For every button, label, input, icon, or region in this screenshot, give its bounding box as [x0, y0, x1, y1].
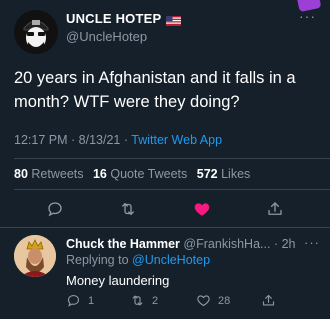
retweets-stat[interactable]: 80 Retweets [14, 167, 84, 181]
reply-author-handle[interactable]: @FrankishHa... [183, 237, 270, 251]
reply-reply-count: 1 [88, 294, 95, 307]
retweets-count: 80 [14, 167, 28, 181]
quotes-label: Quote Tweets [110, 167, 188, 181]
reply-share-button[interactable] [261, 293, 276, 308]
reply-retweet-count: 2 [152, 294, 159, 307]
retweet-icon [122, 203, 134, 215]
likes-count: 572 [196, 167, 218, 181]
retweet-button[interactable] [117, 198, 139, 220]
reply-reply-button[interactable]: 1 [66, 293, 94, 308]
like-button[interactable] [191, 198, 213, 220]
divider [14, 158, 330, 159]
heart-icon [197, 295, 210, 307]
reply-author-name[interactable]: Chuck the Hammer [66, 237, 180, 251]
likes-label: Likes [221, 167, 251, 181]
replying-prefix: Replying to [66, 253, 129, 267]
author-avatar[interactable] [14, 10, 58, 54]
retweets-label: Retweets [31, 167, 84, 181]
tweet-date[interactable]: 8/13/21 [79, 133, 121, 147]
share-button[interactable] [264, 198, 286, 220]
reply-age[interactable]: 2h [282, 237, 296, 251]
reply-retweet-button[interactable]: 2 [130, 293, 158, 308]
heart-icon [194, 203, 210, 216]
reply-author-row: Chuck the Hammer @FrankishHa... · 2h [66, 237, 295, 251]
quotes-count: 16 [92, 167, 107, 181]
share-icon [268, 202, 282, 215]
reply-tweet: Chuck the Hammer @FrankishHa... · 2h ···… [0, 229, 330, 319]
reply-text: Money laundering [66, 273, 170, 288]
reply-icon [48, 202, 62, 217]
tweet-meta: 12:17 PM · 8/13/21 · Twitter Web App [14, 133, 222, 147]
tweet-stats: 80 Retweets 16 Quote Tweets 572 Likes [14, 167, 250, 181]
quotes-stat[interactable]: 16 Quote Tweets [93, 167, 187, 181]
replying-to: Replying to @UncleHotep [66, 253, 210, 267]
meta-separator: · [71, 133, 79, 147]
reply-separator: · [273, 237, 282, 251]
us-flag-icon [166, 14, 182, 26]
author-name[interactable]: UNCLE HOTEP [66, 11, 161, 26]
reply-like-button[interactable]: 28 [196, 293, 230, 308]
tweet-actions [0, 196, 330, 222]
tweet-time[interactable]: 12:17 PM [14, 133, 68, 147]
replying-to-link[interactable]: @UncleHotep [132, 253, 210, 267]
reply-author-avatar[interactable] [14, 235, 56, 277]
divider [14, 189, 330, 190]
reply-button[interactable] [44, 198, 66, 220]
tweet-text: 20 years in Afghanistan and it falls in … [14, 69, 296, 111]
reply-more-options-button[interactable]: ··· [304, 235, 320, 250]
author-handle[interactable]: @UncleHotep [66, 29, 147, 44]
reply-actions: 1 2 28 [66, 293, 316, 313]
reply-like-count: 28 [218, 294, 231, 307]
retweet-icon [132, 295, 143, 306]
author-name-row[interactable]: UNCLE HOTEP [66, 11, 182, 26]
more-options-button[interactable]: ··· [299, 8, 316, 24]
tweet-app-link[interactable]: Twitter Web App [131, 133, 222, 147]
main-tweet: UNCLE HOTEP @UncleHotep ··· 20 years in … [0, 0, 330, 228]
share-icon [262, 294, 275, 306]
likes-stat[interactable]: 572 Likes [197, 167, 251, 181]
reply-icon [67, 294, 80, 307]
